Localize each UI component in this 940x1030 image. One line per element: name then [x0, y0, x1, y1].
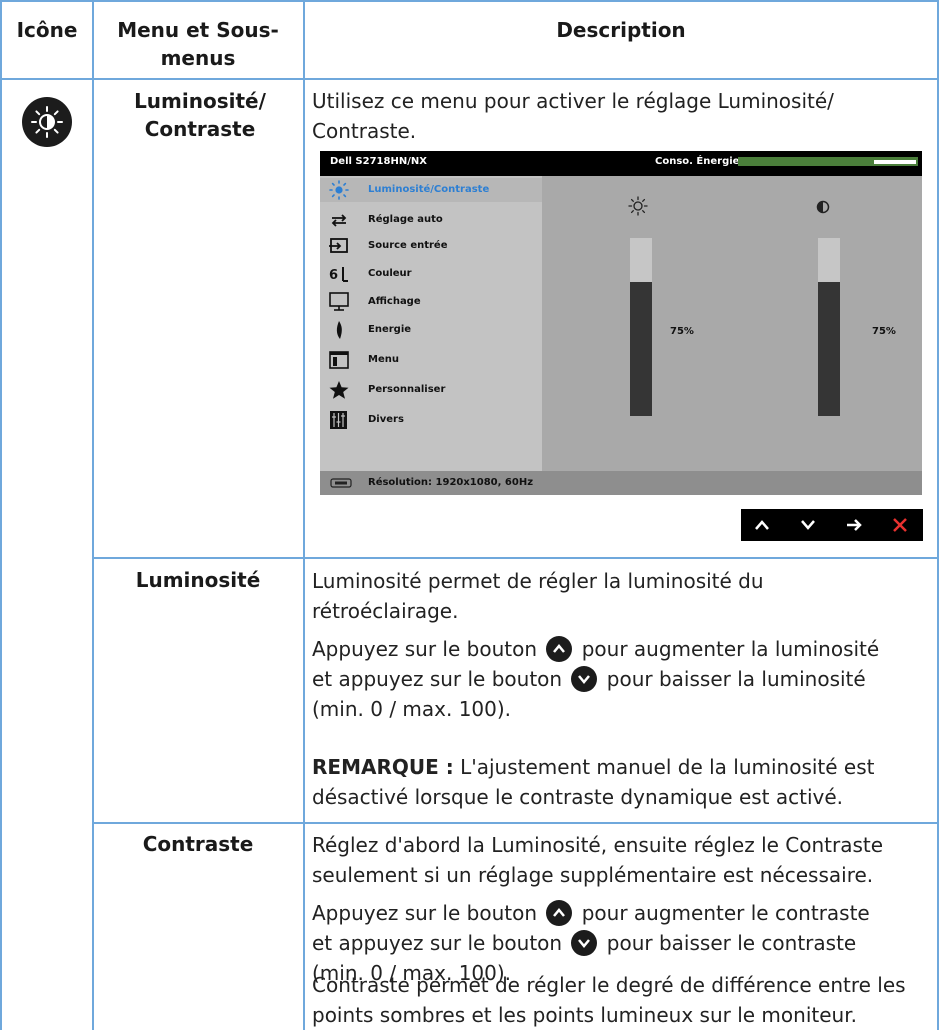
color-icon: 6 — [328, 264, 350, 284]
osd-menu-item-label: Menu — [368, 354, 399, 365]
table-border-left — [0, 0, 2, 1030]
header-description: Description — [556, 18, 686, 42]
down-icon — [801, 520, 815, 530]
osd-menu-item[interactable]: Energie — [320, 318, 542, 342]
table-border-top — [0, 0, 939, 2]
luminosite-note: REMARQUE : L'ajustement manuel de la lum… — [312, 752, 932, 812]
header-menu: Menu et Sous-menus — [117, 18, 279, 70]
osd-contrast-value: 75% — [872, 326, 896, 337]
down-button[interactable] — [787, 509, 831, 541]
menu-icon — [328, 350, 350, 370]
auto-adjust-icon — [328, 210, 350, 230]
luminosite-desc-2b: pour augmenter la luminosité — [581, 637, 880, 661]
osd-status-bar: Résolution: 1920x1080, 60Hz — [320, 471, 922, 495]
table-border-right — [937, 0, 939, 1030]
osd-contrast-fill — [818, 282, 840, 416]
close-icon — [893, 518, 907, 532]
osd-model-name: Dell S2718HN/NX — [330, 156, 427, 167]
display-icon — [328, 292, 350, 312]
osd-menu-item-label: Couleur — [368, 268, 412, 279]
luminosite-desc-2c: et appuyez sur le bouton — [312, 667, 563, 691]
description-brightness-contrast: Utilisez ce menu pour activer le réglage… — [312, 89, 834, 143]
osd-menu-list: Luminosité/Contraste Réglage auto Source e… — [320, 176, 542, 471]
table-border-col1 — [92, 0, 94, 1030]
contraste-desc-2d: pour baisser le contraste — [606, 931, 857, 955]
right-arrow-icon — [847, 519, 862, 531]
osd-resolution: Résolution: 1920x1080, 60Hz — [368, 477, 534, 488]
luminosite-desc-1: Luminosité permet de régler la luminosit… — [312, 569, 764, 623]
osd-menu-item-label: Réglage auto — [368, 214, 443, 225]
down-round-icon — [571, 666, 598, 692]
osd-nav-buttons — [741, 509, 923, 541]
osd-energy-label: Conso. Énergie — [655, 156, 740, 167]
up-icon — [755, 520, 769, 530]
osd-menu-item-label: Source entrée — [368, 240, 448, 251]
osd-menu-item[interactable]: Affichage — [320, 290, 542, 314]
row-rule-contraste — [92, 822, 939, 824]
luminosite-desc-2: Appuyez sur le bouton pour augmenter la … — [312, 634, 932, 724]
osd-menu-item[interactable]: Réglage auto — [320, 208, 542, 232]
up-button[interactable] — [741, 509, 785, 541]
menu-table: Icône Menu et Sous-menus Description Lum… — [0, 0, 940, 1030]
osd-menu-item-label: Personnaliser — [368, 384, 446, 395]
osd-brightness-value: 75% — [670, 326, 694, 337]
contraste-desc-2c: et appuyez sur le bouton — [312, 931, 563, 955]
sun-icon — [328, 180, 350, 200]
osd-menu-item[interactable]: 6 Couleur — [320, 262, 542, 286]
osd-brightness-fill — [630, 282, 652, 416]
table-border-col2 — [303, 0, 305, 1030]
table-header-rule — [0, 78, 939, 80]
osd-screenshot: Dell S2718HN/NX Conso. Énergie Luminosit… — [320, 151, 922, 495]
others-icon — [328, 410, 350, 430]
menu-name-contraste: Contraste — [142, 832, 254, 856]
luminosite-desc-2d: pour baisser la luminosité — [606, 667, 866, 691]
menu-name-luminosite: Luminosité — [135, 568, 261, 592]
osd-title-bar: Dell S2718HN/NX Conso. Énergie — [320, 151, 922, 176]
input-source-icon — [328, 236, 350, 256]
osd-menu-item[interactable]: Personnaliser — [320, 378, 542, 402]
row-rule-luminosite — [92, 557, 939, 559]
osd-menu-item[interactable]: Menu — [320, 348, 542, 372]
energy-icon — [328, 320, 350, 340]
osd-energy-indicator — [874, 160, 916, 164]
contraste-desc-2b: pour augmenter le contraste — [581, 901, 870, 925]
menu-name-brightness-contrast: Luminosité/ Contraste — [134, 89, 266, 141]
star-icon — [328, 380, 350, 400]
svg-text:6: 6 — [329, 268, 338, 283]
connector-icon — [330, 478, 352, 488]
osd-menu-item[interactable]: Divers — [320, 408, 542, 432]
osd-adjust-panel: 75% 75% — [542, 176, 922, 471]
up-round-icon — [546, 900, 573, 926]
osd-menu-item[interactable]: Luminosité/Contraste — [320, 178, 542, 202]
header-icon: Icône — [16, 18, 78, 42]
down-round-icon — [571, 930, 598, 956]
luminosite-desc-2e: (min. 0 / max. 100). — [312, 697, 512, 721]
osd-menu-item-label: Affichage — [368, 296, 421, 307]
osd-menu-item[interactable]: Source entrée — [320, 234, 542, 258]
up-round-icon — [546, 636, 573, 662]
right-button[interactable] — [833, 509, 877, 541]
contraste-desc-3: Contraste permet de régler le degré de d… — [312, 973, 906, 1027]
osd-contrast-icon — [816, 200, 830, 214]
close-button[interactable] — [879, 509, 923, 541]
contraste-desc-2a: Appuyez sur le bouton — [312, 901, 537, 925]
osd-menu-item-label: Divers — [368, 414, 404, 425]
osd-contrast-bar[interactable] — [818, 238, 840, 416]
luminosite-desc-2a: Appuyez sur le bouton — [312, 637, 537, 661]
contraste-desc-1: Réglez d'abord la Luminosité, ensuite ré… — [312, 833, 884, 887]
osd-sun-icon — [628, 196, 648, 216]
brightness-contrast-icon — [22, 97, 72, 147]
osd-menu-item-label: Energie — [368, 324, 412, 335]
osd-brightness-bar[interactable] — [630, 238, 652, 416]
note-label: REMARQUE : — [312, 755, 454, 779]
osd-menu-item-label: Luminosité/Contraste — [368, 184, 490, 195]
